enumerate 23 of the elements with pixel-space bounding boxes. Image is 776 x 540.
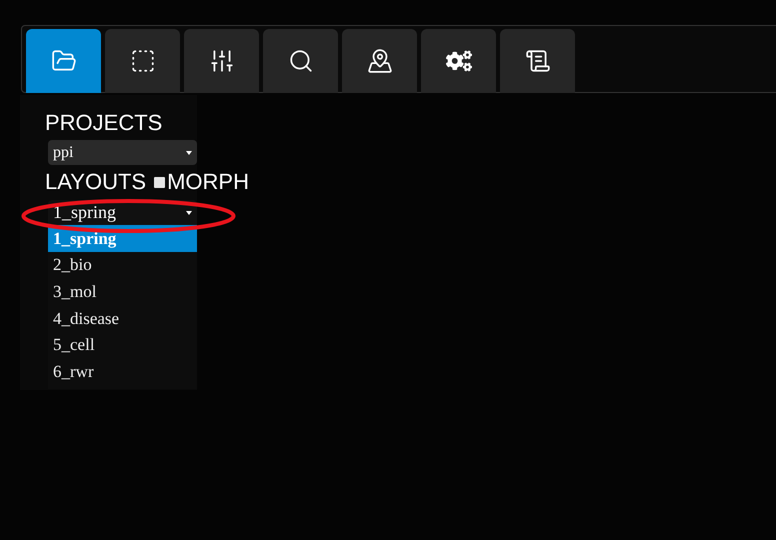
scroll-icon	[524, 48, 550, 74]
map-pin-icon	[366, 48, 392, 74]
morph-label: MORPH	[167, 168, 249, 196]
search-icon	[288, 48, 314, 74]
toolbar-tab[interactable]	[342, 29, 417, 93]
layout-option[interactable]: 6_rwr	[48, 358, 197, 386]
sliders-icon	[208, 48, 234, 74]
projects-dropdown[interactable]: ppi	[48, 140, 197, 165]
toolbar-tab[interactable]	[421, 29, 496, 93]
layout-option[interactable]: 5_cell	[48, 332, 197, 358]
caret-icon	[186, 210, 192, 214]
layout-option[interactable]: 2_bio	[48, 252, 197, 278]
projects-heading: PROJECTS	[45, 109, 162, 137]
layout-option[interactable]: 3_mol	[48, 278, 197, 306]
toolbar-tab[interactable]	[184, 29, 259, 93]
caret-icon	[186, 150, 192, 154]
toolbar-tab[interactable]	[263, 29, 338, 93]
layouts-heading: LAYOUTS	[45, 168, 146, 196]
morph-checkbox[interactable]	[154, 176, 166, 188]
layout-option[interactable]: 4_disease	[48, 305, 197, 332]
toolbar-tab[interactable]	[500, 29, 575, 93]
gears-icon	[446, 48, 472, 74]
dashed-square-icon	[130, 48, 156, 74]
